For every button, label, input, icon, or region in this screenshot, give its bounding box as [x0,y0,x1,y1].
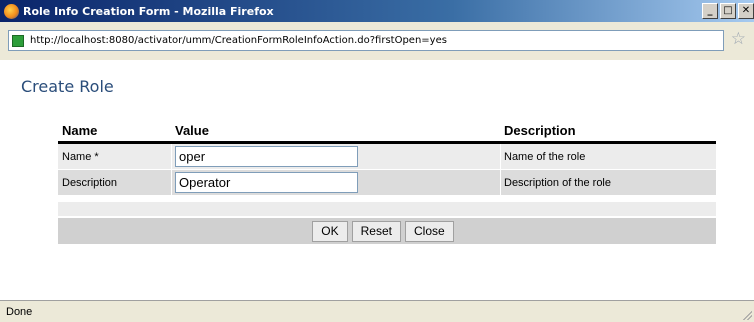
window-controls: _ □ ✕ [702,3,754,19]
page-title: Create Role [21,77,114,96]
url-field[interactable]: http://localhost:8080/activator/umm/Crea… [8,30,724,51]
firefox-icon [4,3,19,19]
close-window-button[interactable]: ✕ [738,3,754,19]
table-row-name: Name * Name of the role [58,144,716,170]
address-bar: http://localhost:8080/activator/umm/Crea… [0,22,754,60]
header-name: Name [62,123,98,138]
minimize-button[interactable]: _ [702,3,718,19]
resize-grip-icon[interactable] [742,310,752,320]
button-row: OK Reset Close [58,218,716,244]
description-label: Description [62,177,118,189]
bookmark-star-icon[interactable]: ☆ [731,31,746,48]
name-input[interactable] [175,146,358,167]
close-button[interactable]: Close [405,220,454,242]
status-bar: Done [0,300,754,322]
name-label: Name * [62,151,99,163]
description-description: Description of the role [504,177,611,189]
maximize-button[interactable]: □ [720,3,736,19]
column-divider [500,170,501,195]
url-text: http://localhost:8080/activator/umm/Crea… [30,35,447,46]
role-form: Name Value Description Name * Name of th… [58,120,716,244]
name-description: Name of the role [504,151,586,163]
reset-button[interactable]: Reset [351,220,401,242]
column-divider [171,144,172,169]
column-divider [500,144,501,169]
table-row-description: Description Description of the role [58,170,716,196]
window-title-bar: Role Info Creation Form - Mozilla Firefo… [0,0,754,22]
column-divider [171,170,172,195]
header-description: Description [504,123,576,138]
spacer-row [58,202,716,216]
table-header: Name Value Description [58,120,716,144]
header-value: Value [175,123,209,138]
ok-button[interactable]: OK [312,220,348,242]
site-favicon-icon [12,34,24,47]
status-text: Done [6,306,33,318]
description-input[interactable] [175,172,358,193]
window-title: Role Info Creation Form - Mozilla Firefo… [23,4,274,18]
